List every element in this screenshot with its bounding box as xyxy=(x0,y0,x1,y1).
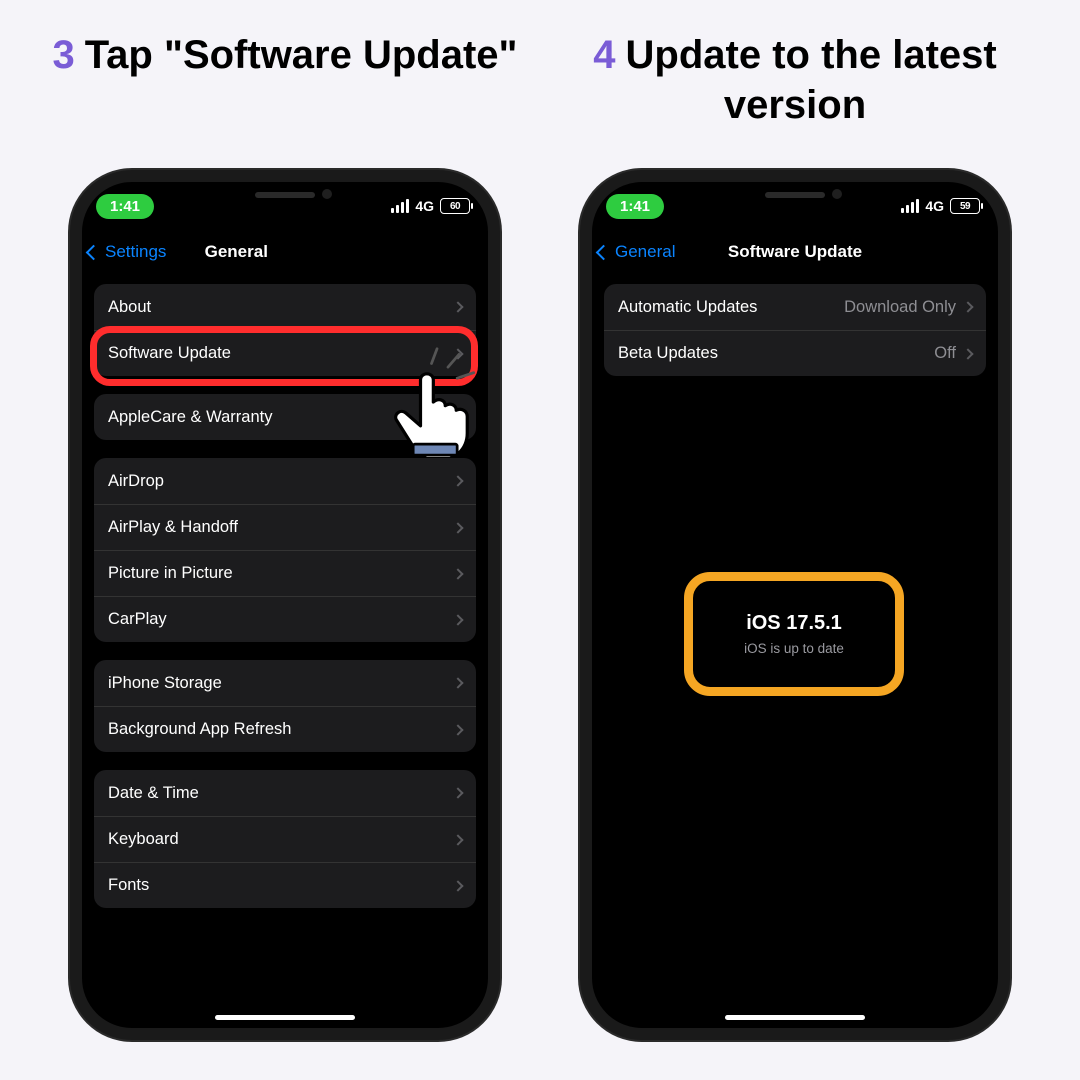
status-right: 4G 60 xyxy=(391,198,470,214)
ios-status: iOS is up to date xyxy=(744,641,844,656)
step-3: 3Tap "Software Update" 1:41 4G 60 xyxy=(40,0,530,1040)
step-4: 4Update to the latest version 1:41 4G 59 xyxy=(550,0,1040,1040)
row-airplay[interactable]: AirPlay & Handoff xyxy=(94,504,476,550)
home-indicator[interactable] xyxy=(725,1015,865,1020)
back-button[interactable]: General xyxy=(592,242,675,262)
row-label: Fonts xyxy=(108,876,149,895)
row-pip[interactable]: Picture in Picture xyxy=(94,550,476,596)
tap-hand-icon xyxy=(382,347,492,457)
battery-icon: 60 xyxy=(440,198,470,214)
status-right: 4G 59 xyxy=(901,198,980,214)
steps: 3Tap "Software Update" 1:41 4G 60 xyxy=(0,0,1080,1040)
row-label: Background App Refresh xyxy=(108,720,291,739)
notch xyxy=(200,182,370,210)
status-time: 1:41 xyxy=(96,194,154,219)
nav-bar: General Software Update xyxy=(592,230,998,274)
row-datetime[interactable]: Date & Time xyxy=(94,770,476,816)
row-label: AppleCare & Warranty xyxy=(108,408,272,427)
nav-title: Software Update xyxy=(728,242,862,262)
back-label: Settings xyxy=(105,242,166,262)
chevron-left-icon xyxy=(86,244,102,260)
network-label: 4G xyxy=(925,198,944,214)
notch xyxy=(710,182,880,210)
row-label: AirDrop xyxy=(108,472,164,491)
home-indicator[interactable] xyxy=(215,1015,355,1020)
network-label: 4G xyxy=(415,198,434,214)
row-beta-updates[interactable]: Beta Updates Off xyxy=(604,330,986,376)
signal-icon xyxy=(391,199,409,213)
step-3-title: 3Tap "Software Update" xyxy=(40,30,530,170)
step-3-text: Tap "Software Update" xyxy=(85,33,518,77)
row-label: Keyboard xyxy=(108,830,179,849)
chevron-right-icon xyxy=(452,475,463,486)
row-keyboard[interactable]: Keyboard xyxy=(94,816,476,862)
row-label: Automatic Updates xyxy=(618,298,757,317)
update-group: Automatic Updates Download Only Beta Upd… xyxy=(604,284,986,376)
chevron-right-icon xyxy=(962,348,973,359)
row-label: Picture in Picture xyxy=(108,564,233,583)
back-button[interactable]: Settings xyxy=(82,242,166,262)
chevron-right-icon xyxy=(962,301,973,312)
row-label: iPhone Storage xyxy=(108,674,222,693)
step-4-text: Update to the latest version xyxy=(626,33,997,127)
phone-right: 1:41 4G 59 General Software Update xyxy=(580,170,1010,1040)
row-label: Date & Time xyxy=(108,784,199,803)
phone-left: 1:41 4G 60 Settings General xyxy=(70,170,500,1040)
back-label: General xyxy=(615,242,675,262)
row-value: Off xyxy=(934,344,956,363)
row-carplay[interactable]: CarPlay xyxy=(94,596,476,642)
ios-version: iOS 17.5.1 xyxy=(746,612,842,635)
chevron-right-icon xyxy=(452,880,463,891)
chevron-right-icon xyxy=(452,724,463,735)
chevron-right-icon xyxy=(452,568,463,579)
row-automatic-updates[interactable]: Automatic Updates Download Only xyxy=(604,284,986,330)
chevron-right-icon xyxy=(452,614,463,625)
chevron-right-icon xyxy=(452,522,463,533)
status-time: 1:41 xyxy=(606,194,664,219)
row-value: Download Only xyxy=(844,298,956,317)
group-4: iPhone Storage Background App Refresh xyxy=(94,660,476,752)
row-bg-refresh[interactable]: Background App Refresh xyxy=(94,706,476,752)
chevron-right-icon xyxy=(452,677,463,688)
chevron-left-icon xyxy=(596,244,612,260)
row-storage[interactable]: iPhone Storage xyxy=(94,660,476,706)
row-label: AirPlay & Handoff xyxy=(108,518,238,537)
row-about[interactable]: About xyxy=(94,284,476,330)
row-label: CarPlay xyxy=(108,610,167,629)
battery-icon: 59 xyxy=(950,198,980,214)
step-4-num: 4 xyxy=(593,33,615,77)
chevron-right-icon xyxy=(452,787,463,798)
row-label: Beta Updates xyxy=(618,344,718,363)
step-4-title: 4Update to the latest version xyxy=(550,30,1040,170)
chevron-right-icon xyxy=(452,301,463,312)
row-fonts[interactable]: Fonts xyxy=(94,862,476,908)
highlight-ios-version: iOS 17.5.1 iOS is up to date xyxy=(684,572,904,696)
nav-title: General xyxy=(205,242,268,262)
group-3: AirDrop AirPlay & Handoff Picture in Pic… xyxy=(94,458,476,642)
group-5: Date & Time Keyboard Fonts xyxy=(94,770,476,908)
row-label: Software Update xyxy=(108,344,231,363)
row-airdrop[interactable]: AirDrop xyxy=(94,458,476,504)
step-3-num: 3 xyxy=(52,33,74,77)
nav-bar: Settings General xyxy=(82,230,488,274)
row-label: About xyxy=(108,298,151,317)
signal-icon xyxy=(901,199,919,213)
chevron-right-icon xyxy=(452,834,463,845)
